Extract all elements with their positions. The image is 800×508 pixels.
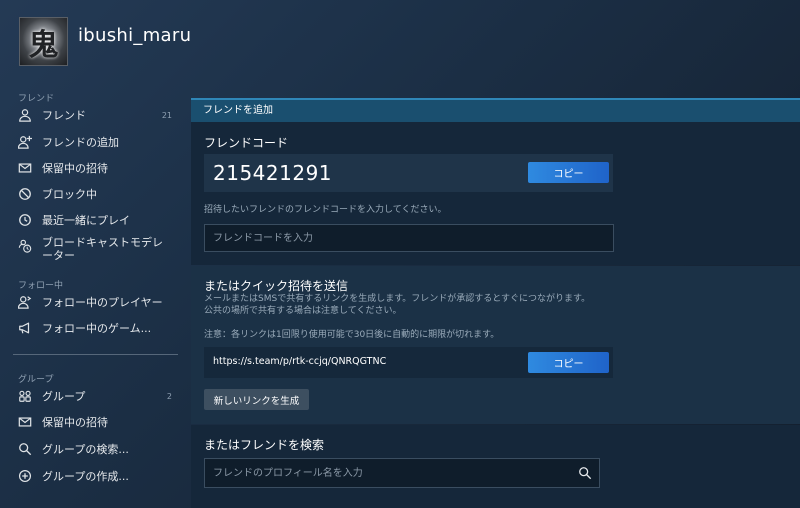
quick-invite-note: 注意：各リンクは1回限り使用可能で30日後に自動的に期限が切れます。 bbox=[204, 330, 500, 340]
copy-link-button[interactable]: コピー bbox=[528, 352, 609, 373]
person-follow-icon bbox=[17, 294, 33, 310]
sidebar-item-label: ブロードキャストモデレーター bbox=[42, 236, 163, 262]
sidebar-item-followed-games[interactable]: フォロー中のゲーム... bbox=[0, 315, 190, 341]
sidebar-item-add-friend[interactable]: フレンドの追加 bbox=[0, 129, 190, 155]
sidebar-item-pending-invites[interactable]: 保留中の招待 bbox=[0, 155, 190, 181]
person-icon bbox=[17, 107, 33, 123]
sidebar-item-label: 保留中の招待 bbox=[42, 415, 108, 429]
envelope-icon bbox=[17, 160, 33, 176]
quick-invite-desc-line1: メールまたはSMSで共有するリンクを生成します。フレンドが承認するとすぐにつなが… bbox=[204, 294, 591, 304]
sidebar-item-groups[interactable]: グループ 2 bbox=[0, 383, 190, 409]
sidebar-item-label: 保留中の招待 bbox=[42, 161, 108, 175]
sidebar-item-friends[interactable]: フレンド 21 bbox=[0, 102, 190, 128]
invite-link-box: https://s.team/p/rtk-ccjq/QNRQGTNC コピー bbox=[204, 347, 613, 378]
sidebar-item-broadcast-moderators[interactable]: ブロードキャストモデレーター bbox=[0, 236, 190, 268]
sidebar-item-label: フォロー中のゲーム... bbox=[42, 321, 152, 335]
quick-invite-desc-line2: 公共の場所で共有する場合は注意してください。 bbox=[204, 306, 402, 316]
generate-new-link-button[interactable]: 新しいリンクを生成 bbox=[204, 389, 309, 410]
clock-icon bbox=[17, 212, 33, 228]
username[interactable]: ibushi_maru bbox=[78, 25, 191, 46]
sidebar-item-label: フォロー中のプレイヤー bbox=[42, 295, 163, 309]
sidebar-item-followed-players[interactable]: フォロー中のプレイヤー bbox=[0, 289, 190, 315]
sidebar-item-search-groups[interactable]: グループの検索... bbox=[0, 436, 190, 462]
add-friend-panel: フレンドを追加 フレンドコード 215421291 コピー 招待したいフレンドの… bbox=[191, 98, 800, 508]
sidebar: フレンド フレンド 21 フレンドの追加 保留中の招待 ブロック中 最近一緒にプ… bbox=[0, 86, 190, 508]
copy-code-button[interactable]: コピー bbox=[528, 162, 609, 183]
friend-code-section: フレンドコード 215421291 コピー 招待したいフレンドのフレンドコードを… bbox=[191, 122, 800, 265]
friend-code-input[interactable] bbox=[204, 224, 614, 252]
sidebar-divider bbox=[13, 354, 178, 355]
friend-search-field bbox=[204, 458, 600, 488]
sidebar-item-create-group[interactable]: グループの作成... bbox=[0, 463, 190, 489]
avatar[interactable]: 鬼 bbox=[19, 17, 68, 66]
sidebar-item-recently-played[interactable]: 最近一緒にプレイ bbox=[0, 207, 190, 233]
panel-title: フレンドを追加 bbox=[191, 98, 800, 122]
avatar-image: 鬼 bbox=[28, 27, 59, 63]
sidebar-item-blocked[interactable]: ブロック中 bbox=[0, 181, 190, 207]
sidebar-item-label: ブロック中 bbox=[42, 187, 97, 201]
sidebar-item-label: グループの検索... bbox=[42, 442, 129, 456]
search-icon[interactable] bbox=[578, 466, 592, 480]
group-icon bbox=[17, 388, 33, 404]
broadcast-moderator-icon bbox=[17, 238, 33, 254]
friend-code-box: 215421291 コピー bbox=[204, 154, 613, 192]
friend-code-heading: フレンドコード bbox=[204, 136, 289, 150]
search-icon bbox=[17, 441, 33, 457]
sidebar-item-label: 最近一緒にプレイ bbox=[42, 213, 130, 227]
sidebar-item-group-invites[interactable]: 保留中の招待 bbox=[0, 409, 190, 435]
sidebar-item-label: グループの作成... bbox=[42, 469, 129, 483]
quick-invite-section: またはクイック招待を送信 メールまたはSMSで共有するリンクを生成します。フレン… bbox=[191, 266, 800, 424]
friend-search-section: またはフレンドを検索 bbox=[191, 425, 800, 508]
friend-search-heading: またはフレンドを検索 bbox=[204, 438, 325, 452]
friend-code-hint: 招待したいフレンドのフレンドコードを入力してください。 bbox=[204, 205, 447, 215]
friend-count: 21 bbox=[161, 110, 172, 120]
group-count: 2 bbox=[166, 391, 172, 401]
quick-invite-heading: またはクイック招待を送信 bbox=[204, 279, 349, 293]
person-add-icon bbox=[17, 134, 33, 150]
invite-link-value[interactable]: https://s.team/p/rtk-ccjq/QNRQGTNC bbox=[213, 356, 386, 367]
friend-code-value: 215421291 bbox=[213, 161, 333, 185]
megaphone-icon bbox=[17, 320, 33, 336]
friend-search-input[interactable] bbox=[205, 459, 565, 487]
sidebar-item-label: フレンドの追加 bbox=[42, 135, 119, 149]
envelope-icon bbox=[17, 414, 33, 430]
block-icon bbox=[17, 186, 33, 202]
plus-circle-icon bbox=[17, 468, 33, 484]
quick-invite-description: メールまたはSMSで共有するリンクを生成します。フレンドが承認するとすぐにつなが… bbox=[204, 293, 590, 317]
profile-header: 鬼 ibushi_maru bbox=[0, 0, 800, 80]
